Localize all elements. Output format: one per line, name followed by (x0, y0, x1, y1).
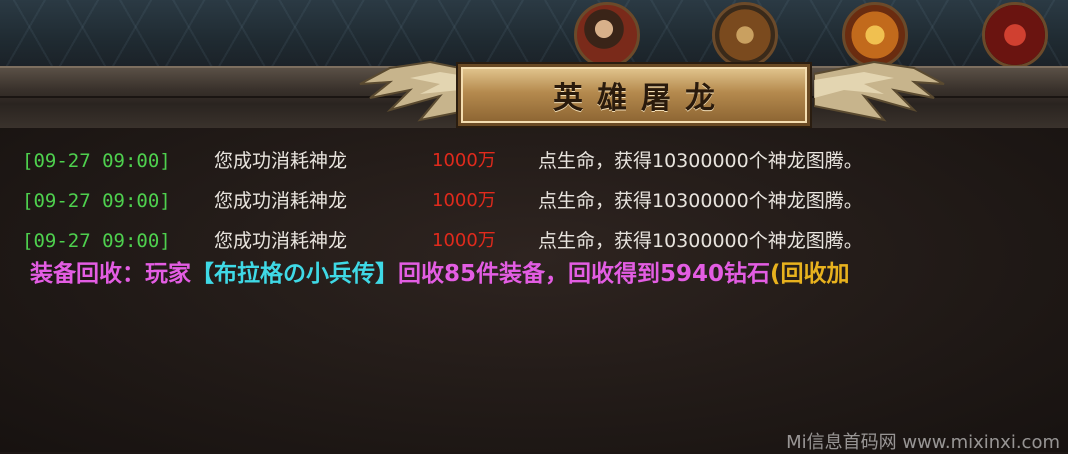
right-wing-ornament-icon (814, 60, 945, 122)
log-message-suffix: 点生命，获得10300000个神龙图腾。 (538, 190, 863, 212)
log-amount: 1000万 (432, 190, 496, 211)
broadcast-player-label: 玩家 (145, 261, 191, 287)
log-timestamp: [09-27 09:00] (22, 150, 171, 172)
log-timestamp: [09-27 09:00] (22, 230, 171, 252)
log-message-prefix: 您成功消耗神龙 (214, 230, 348, 252)
watermark-text: Mi信息首码网 www.mixinxi.com (786, 432, 1060, 453)
system-broadcast: 装备回收：玩家【布拉格の小兵传】回收85件装备，回收得到5940钻石(回收加 (30, 256, 1068, 292)
log-row: [09-27 09:00] 您成功消耗神龙 1000万 点生命，获得103000… (0, 226, 1068, 256)
broadcast-prefix: 装备回收： (30, 261, 145, 287)
log-message-suffix: 点生命，获得10300000个神龙图腾。 (538, 150, 863, 172)
broadcast-suffix: (回收加 (770, 261, 850, 287)
red-beast-icon[interactable] (982, 2, 1048, 68)
title-plaque: 英雄屠龙 (458, 64, 810, 126)
log-message-prefix: 您成功消耗神龙 (214, 190, 348, 212)
log-message-prefix: 您成功消耗神龙 (214, 150, 348, 172)
log-row: [09-27 09:00] 您成功消耗神龙 1000万 点生命，获得103000… (0, 146, 1068, 176)
broadcast-message: 回收85件装备，回收得到5940钻石 (398, 261, 771, 287)
log-amount: 1000万 (432, 230, 496, 251)
panel-title: 英雄屠龙 (553, 81, 729, 116)
log-row: [09-27 09:00] 您成功消耗神龙 1000万 点生命，获得103000… (0, 186, 1068, 216)
log-amount: 1000万 (432, 150, 496, 171)
broadcast-player-name[interactable]: 【布拉格の小兵传】 (191, 261, 398, 287)
heroine-portrait-icon[interactable] (574, 2, 640, 68)
scroll-icon[interactable] (712, 2, 778, 68)
log-timestamp: [09-27 09:00] (22, 190, 171, 212)
log-message-suffix: 点生命，获得10300000个神龙图腾。 (538, 230, 863, 252)
